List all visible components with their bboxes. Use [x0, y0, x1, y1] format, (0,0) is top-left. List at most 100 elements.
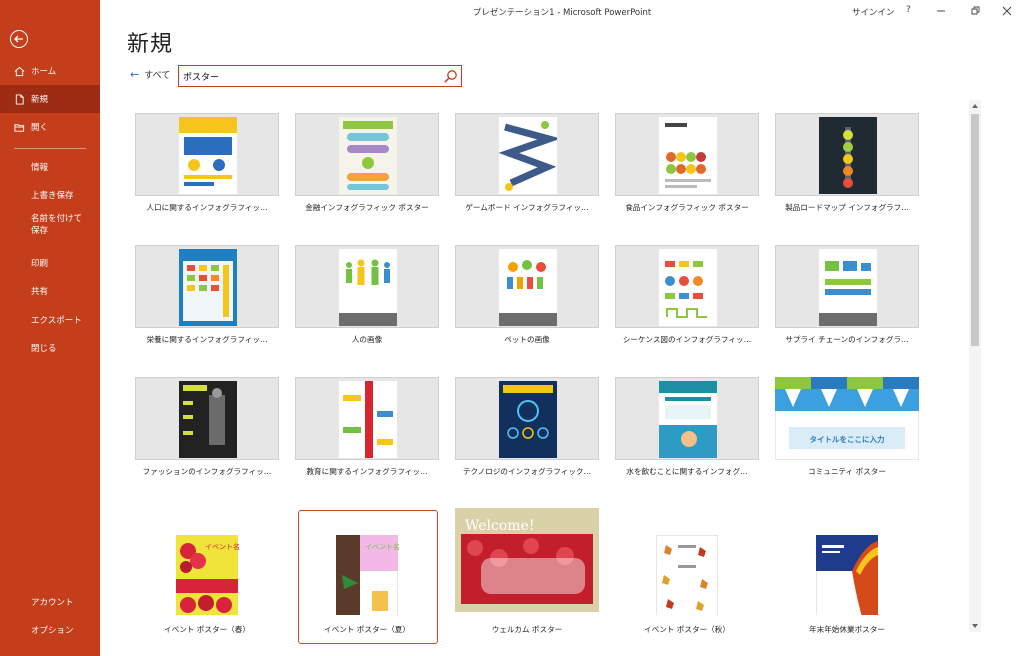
template-thumbnail	[295, 245, 439, 328]
template-label: イベント ポスター（秋）	[644, 625, 730, 634]
game-board-infographic-preview	[499, 117, 557, 194]
food-infographic-preview	[659, 117, 717, 194]
sidebar-item-label: ホーム	[31, 67, 57, 77]
search-icon[interactable]	[443, 69, 458, 84]
template-label: シーケンス図のインフォグラフィッ…	[622, 335, 752, 344]
sign-in-link[interactable]: サインイン	[852, 6, 895, 18]
sidebar-item-open[interactable]: 開く	[0, 113, 100, 141]
template-thumbnail: Welcome!	[455, 508, 599, 612]
sidebar-item-label: 印刷	[31, 259, 49, 269]
template-thumbnail	[615, 113, 759, 196]
finance-infographic-preview	[339, 117, 397, 194]
template-thumbnail	[775, 532, 919, 615]
sidebar-item-label: 情報	[31, 163, 49, 173]
community-poster-title: タイトルをここに入力	[809, 435, 885, 444]
template-thumbnail	[455, 113, 599, 196]
template-thumbnail	[295, 377, 439, 460]
title-bar: プレゼンテーション1 - Microsoft PowerPoint サインイン …	[100, 0, 1024, 24]
template-thumbnail: タイトルをここに入力	[775, 377, 919, 460]
sidebar-item-save-as[interactable]: 名前を付けて保存	[0, 213, 100, 247]
vertical-scrollbar[interactable]	[969, 100, 981, 632]
template-label: イベント ポスター（春）	[164, 625, 250, 634]
selected-template-highlight	[298, 510, 438, 644]
sidebar-divider	[14, 148, 86, 149]
sidebar-item-print[interactable]: 印刷	[0, 249, 100, 277]
template-label: テクノロジのインフォグラフィック…	[462, 467, 592, 476]
close-icon[interactable]	[1000, 4, 1014, 18]
template-label: サプライ チェーンのインフォグラ…	[785, 335, 909, 344]
sidebar-item-home[interactable]: ホーム	[0, 57, 100, 85]
community-poster-preview	[775, 377, 919, 460]
sidebar-item-close[interactable]: 閉じる	[0, 334, 100, 362]
search-input[interactable]	[183, 69, 433, 84]
template-thumbnail	[615, 245, 759, 328]
supply-chain-preview	[819, 249, 877, 326]
sidebar-item-export[interactable]: エクスポート	[0, 306, 100, 334]
spring-poster-title: イベント名	[205, 543, 240, 551]
fashion-infographic-preview	[179, 381, 237, 458]
page-title: 新規	[127, 32, 174, 57]
search-box	[178, 65, 462, 87]
back-arrow-icon	[14, 35, 23, 43]
nutrition-infographic-preview	[179, 249, 237, 326]
sidebar-item-new[interactable]: 新規	[0, 85, 100, 113]
sidebar-item-label: 上書き保存	[31, 191, 74, 201]
autumn-event-poster-preview	[656, 535, 718, 615]
template-thumbnail: イベント名	[135, 532, 279, 615]
scroll-up-icon[interactable]	[969, 100, 981, 112]
template-label: ゲームボード インフォグラフィッ…	[465, 203, 589, 212]
sidebar-item-label: 共有	[31, 287, 49, 297]
template-label: 金融インフォグラフィック ポスター	[305, 203, 429, 212]
sidebar-item-label: 閉じる	[31, 344, 57, 354]
population-infographic-preview	[179, 117, 237, 194]
back-to-all-link[interactable]: ← すべて	[130, 68, 170, 81]
product-roadmap-preview	[819, 117, 877, 194]
restore-icon[interactable]	[968, 4, 982, 18]
education-infographic-preview	[339, 381, 397, 458]
backstage-sidebar: ホーム 新規 開く 情報 上書き保存 名前を付けて保存 印刷 共有 エクスポート…	[0, 0, 100, 656]
template-thumbnail	[455, 245, 599, 328]
template-label: 人口に関するインフォグラフィッ…	[146, 203, 268, 212]
help-button[interactable]: ?	[906, 5, 911, 15]
sidebar-item-share[interactable]: 共有	[0, 277, 100, 305]
template-label: ウェルカム ポスター	[491, 625, 563, 634]
left-arrow-icon: ←	[130, 68, 140, 81]
back-to-all-label: すべて	[144, 71, 171, 81]
pets-image-preview	[499, 249, 557, 326]
template-label: ファッションのインフォグラフィッ…	[142, 467, 272, 476]
people-image-preview	[339, 249, 397, 326]
scrollbar-thumb[interactable]	[971, 114, 979, 346]
template-label: 栄養に関するインフォグラフィッ…	[146, 335, 268, 344]
sidebar-item-info[interactable]: 情報	[0, 153, 100, 181]
template-label: 食品インフォグラフィック ポスター	[625, 203, 749, 212]
template-label: 製品ロードマップ インフォグラフ…	[785, 203, 909, 212]
template-thumbnail	[455, 377, 599, 460]
template-label: 年末年始休業ポスター	[809, 625, 885, 634]
sidebar-item-account[interactable]: アカウント	[0, 588, 100, 616]
welcome-poster-title: Welcome!	[465, 518, 535, 534]
minimize-icon[interactable]	[934, 4, 948, 18]
template-thumbnail	[135, 245, 279, 328]
template-label: 教育に関するインフォグラフィッ…	[306, 467, 428, 476]
template-thumbnail	[615, 532, 759, 615]
sidebar-item-save[interactable]: 上書き保存	[0, 181, 100, 209]
template-thumbnail	[775, 245, 919, 328]
year-end-holiday-poster-preview	[816, 535, 878, 615]
water-infographic-preview	[659, 381, 717, 458]
sidebar-item-label: エクスポート	[31, 316, 82, 326]
template-thumbnail	[615, 377, 759, 460]
sequence-diagram-preview	[659, 249, 717, 326]
technology-infographic-preview	[499, 381, 557, 458]
template-label: ペットの画像	[504, 335, 550, 344]
sidebar-item-label: アカウント	[31, 598, 74, 608]
home-icon	[14, 66, 25, 76]
sidebar-item-label: 開く	[31, 123, 49, 133]
back-button[interactable]	[10, 30, 28, 48]
template-label: 水を飲むことに関するインフォグ…	[626, 467, 748, 476]
scroll-down-icon[interactable]	[969, 620, 981, 632]
sidebar-item-options[interactable]: オプション	[0, 616, 100, 644]
sidebar-item-label: 新規	[31, 95, 49, 105]
template-thumbnail	[775, 113, 919, 196]
template-thumbnail	[135, 377, 279, 460]
sidebar-item-label: オプション	[31, 626, 74, 636]
